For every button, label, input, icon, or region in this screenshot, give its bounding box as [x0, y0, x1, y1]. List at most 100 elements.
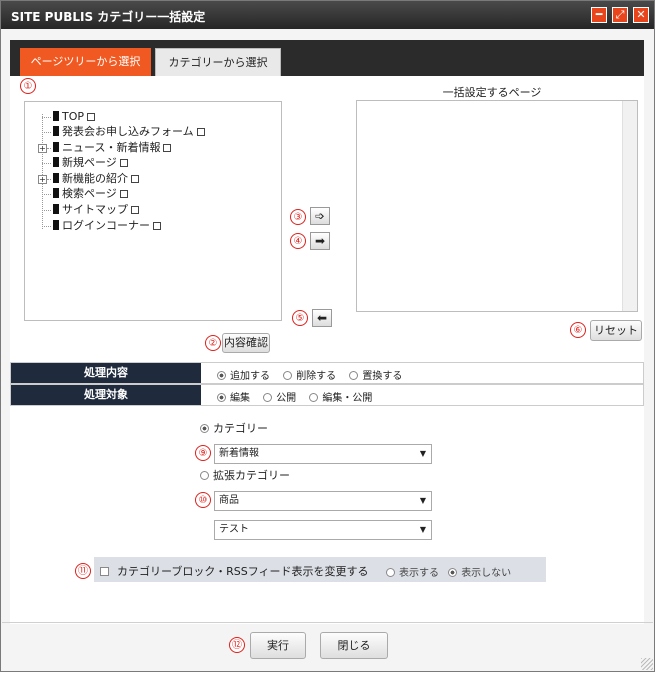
radio-icon	[283, 371, 293, 380]
tab-bar: ページツリーから選択 カテゴリーから選択	[10, 40, 644, 76]
ext-category-select-1[interactable]: 商品 ▼	[214, 491, 432, 511]
target-row: 処理対象 編集 公開 編集・公開	[10, 384, 644, 406]
marker-2: ②	[205, 335, 221, 351]
radio-icon	[309, 393, 319, 402]
resize-handle[interactable]	[641, 658, 653, 670]
marker-1: ①	[20, 78, 36, 94]
reset-button[interactable]: リセット	[590, 320, 642, 341]
scrollbar[interactable]	[622, 101, 637, 311]
page-status-icon	[131, 206, 139, 214]
page-icon	[53, 157, 59, 167]
target-publish[interactable]: 公開	[263, 393, 296, 404]
radio-icon	[349, 371, 359, 380]
page-status-icon	[153, 222, 161, 230]
page-icon	[53, 188, 59, 198]
radio-icon	[386, 568, 395, 577]
tree-item-sitemap[interactable]: サイトマップ	[53, 203, 139, 217]
tree-branch	[42, 226, 51, 227]
tab-page-tree[interactable]: ページツリーから選択	[20, 48, 151, 76]
radio-icon	[200, 424, 209, 433]
marker-6: ⑥	[570, 322, 586, 338]
rss-checkbox[interactable]: カテゴリーブロック・RSSフィード表示を変更する	[100, 563, 369, 579]
tree-item-features[interactable]: 新機能の紹介	[53, 172, 139, 186]
add-page-button[interactable]: ➩	[310, 207, 330, 225]
page-status-icon	[196, 128, 205, 136]
process-options: 追加する 削除する 置換する	[217, 367, 412, 382]
process-delete[interactable]: 削除する	[283, 371, 336, 382]
page-tree: + + TOP 発表会お申し込みフォーム ニュース・新着情報 新規ページ 新機能…	[24, 101, 282, 321]
tree-branch	[47, 148, 51, 149]
ext-category-select-2[interactable]: テスト ▼	[214, 520, 432, 540]
window-title: SITE PUBLIS カテゴリー一括設定	[11, 10, 206, 24]
tree-branch	[42, 194, 51, 195]
target-edit[interactable]: 編集	[217, 393, 250, 404]
tree-item-news[interactable]: ニュース・新着情報	[53, 141, 172, 155]
page-icon	[53, 142, 59, 152]
tree-item-new-page[interactable]: 新規ページ	[53, 156, 128, 170]
page-icon	[53, 126, 59, 136]
marker-5: ⑤	[292, 310, 308, 326]
expand-icon[interactable]: +	[38, 144, 47, 153]
page-status-icon	[163, 144, 172, 152]
process-row: 処理内容 追加する 削除する 置換する	[10, 362, 644, 384]
page-status-icon	[87, 113, 96, 121]
ext-category-radio[interactable]: 拡張カテゴリー	[200, 467, 290, 483]
close-icon[interactable]: ✕	[633, 7, 649, 23]
marker-3: ③	[290, 209, 306, 225]
marker-4: ④	[290, 233, 306, 249]
tree-branch	[42, 210, 51, 211]
marker-12: ⑫	[229, 637, 245, 653]
checkbox-icon	[100, 567, 109, 576]
page-icon	[53, 220, 59, 230]
tab-category[interactable]: カテゴリーから選択	[155, 48, 281, 76]
tree-item-login[interactable]: ログインコーナー	[53, 219, 161, 233]
page-status-icon	[119, 159, 128, 167]
target-page-list[interactable]	[356, 100, 638, 312]
tree-item-form[interactable]: 発表会お申し込みフォーム	[53, 125, 205, 139]
confirm-button[interactable]: 内容確認	[222, 333, 270, 353]
page-status-icon	[131, 175, 139, 183]
remove-page-button[interactable]: ⬅	[312, 309, 332, 327]
dropdown-arrow-icon: ▼	[419, 496, 426, 505]
category-select[interactable]: 新着情報 ▼	[214, 444, 432, 464]
page-status-icon	[119, 190, 128, 198]
dropdown-arrow-icon: ▼	[419, 449, 426, 458]
tree-branch	[42, 163, 51, 164]
page-icon	[53, 204, 59, 214]
rss-option-bar: カテゴリーブロック・RSSフィード表示を変更する 表示する 表示しない	[94, 557, 546, 582]
process-add[interactable]: 追加する	[217, 371, 270, 382]
process-header: 処理内容	[11, 363, 201, 383]
radio-icon	[448, 568, 458, 577]
page-icon	[53, 111, 59, 121]
target-list-label: 一括設定するページ	[442, 86, 542, 99]
tree-branch	[42, 132, 51, 133]
rss-show[interactable]: 表示する	[386, 568, 439, 579]
dropdown-arrow-icon: ▼	[419, 525, 426, 534]
radio-icon	[217, 371, 226, 380]
rss-display-options: 表示する 表示しない	[386, 564, 511, 579]
radio-icon	[263, 393, 273, 402]
title-bar: SITE PUBLIS カテゴリー一括設定 ━ ⤢ ✕	[1, 1, 654, 29]
target-edit-publish[interactable]: 編集・公開	[309, 393, 372, 404]
radio-icon	[217, 393, 226, 402]
target-options: 編集 公開 編集・公開	[217, 389, 382, 404]
tree-item-search[interactable]: 検索ページ	[53, 187, 128, 201]
tree-branch	[42, 117, 51, 118]
page-icon	[53, 173, 59, 183]
radio-icon	[200, 471, 209, 480]
marker-11: ⑪	[75, 563, 91, 579]
process-replace[interactable]: 置換する	[349, 371, 402, 382]
marker-10: ⑩	[195, 492, 211, 508]
minimize-icon[interactable]: ━	[591, 7, 607, 23]
add-all-button[interactable]: ➡	[310, 232, 330, 250]
category-radio[interactable]: カテゴリー	[200, 420, 268, 436]
rss-hide[interactable]: 表示しない	[448, 568, 511, 579]
tree-item-top[interactable]: TOP	[53, 110, 96, 124]
marker-9: ⑨	[195, 445, 211, 461]
footer-divider	[2, 622, 653, 623]
maximize-icon[interactable]: ⤢	[612, 7, 628, 23]
close-button[interactable]: 閉じる	[320, 632, 388, 659]
target-header: 処理対象	[11, 385, 201, 405]
execute-button[interactable]: 実行	[250, 632, 306, 659]
expand-icon[interactable]: +	[38, 175, 47, 184]
